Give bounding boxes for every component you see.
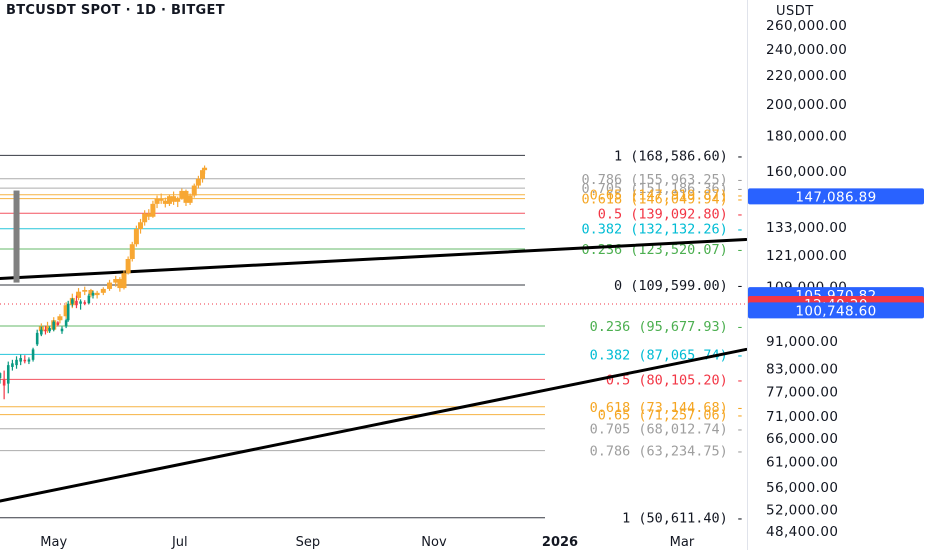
orange-candle-body bbox=[57, 316, 63, 321]
orange-candle-body bbox=[121, 273, 127, 289]
fib-level-label: 0.786 (63,234.75) - bbox=[590, 444, 744, 460]
y-tick-label: 71,000.00 bbox=[766, 409, 838, 425]
x-tick-label: Jul bbox=[171, 535, 188, 550]
x-tick-label: Sep bbox=[296, 535, 321, 550]
candle-body bbox=[64, 320, 68, 327]
candle-body bbox=[11, 363, 14, 367]
y-tick-label: 56,000.00 bbox=[766, 480, 838, 496]
x-tick-label: 2026 bbox=[542, 535, 578, 550]
y-tick-label: 180,000.00 bbox=[766, 129, 847, 145]
orange-candle-body bbox=[187, 195, 193, 203]
y-tick-label: 52,000.00 bbox=[766, 503, 838, 519]
time-axis[interactable]: May Jul Sep Nov 2026 Mar bbox=[40, 535, 695, 550]
fib-level-label: 0.382 (132,132.26) - bbox=[581, 222, 744, 238]
x-tick-label: Nov bbox=[421, 535, 447, 550]
candle-body bbox=[87, 295, 91, 304]
candle-body bbox=[79, 301, 82, 304]
trendline[interactable] bbox=[0, 237, 748, 281]
y-tick-label: 240,000.00 bbox=[766, 42, 847, 58]
y-tick-label: 260,000.00 bbox=[766, 18, 847, 34]
candle-body bbox=[52, 321, 56, 330]
x-tick-label: Mar bbox=[670, 535, 695, 550]
currency-label: USDT bbox=[776, 4, 814, 19]
axis-separator bbox=[747, 0, 748, 550]
candle-body bbox=[66, 303, 70, 321]
y-tick-label: 77,000.00 bbox=[766, 384, 838, 400]
candle-body bbox=[0, 373, 2, 378]
y-tick-label: 160,000.00 bbox=[766, 164, 847, 180]
candle-body bbox=[31, 349, 35, 360]
y-tick-label: 83,000.00 bbox=[766, 362, 838, 378]
orange-candle-body bbox=[138, 222, 144, 230]
price-badge-label: 100,748.60 bbox=[795, 303, 876, 319]
orange-candle-body bbox=[150, 203, 156, 217]
orange-candle-body bbox=[82, 290, 88, 292]
y-tick-label: 48,400.00 bbox=[766, 524, 838, 540]
fib-level-label: 0.705 (68,012.74) - bbox=[590, 422, 744, 438]
candle-body bbox=[91, 292, 95, 296]
candle-body bbox=[44, 329, 47, 332]
fib-level-label: 0 (109,599.00) - bbox=[614, 278, 744, 294]
y-tick-label: 121,000.00 bbox=[766, 248, 847, 264]
orange-candle-body bbox=[158, 198, 164, 201]
orange-candle-body bbox=[195, 178, 201, 186]
y-tick-label: 66,000.00 bbox=[766, 431, 838, 447]
orange-candle-body bbox=[100, 288, 106, 293]
candle-body bbox=[27, 359, 31, 362]
fib-level-label: 0.236 (95,677.93) - bbox=[590, 319, 744, 335]
fib-level-label: 1 (50,611.40) - bbox=[622, 511, 744, 527]
candle-body bbox=[71, 299, 74, 304]
candle-body bbox=[56, 322, 60, 325]
y-tick-label: 133,000.00 bbox=[766, 220, 847, 236]
fib-level-label: 0.5 (139,092.80) - bbox=[598, 206, 744, 222]
orange-candle-body bbox=[202, 167, 208, 171]
candle-body bbox=[40, 329, 43, 335]
orange-candle-body bbox=[191, 185, 197, 196]
fib-level-label: 1 (168,586.60) - bbox=[614, 148, 744, 164]
fib-level-label: 0.618 (146,049.94) - bbox=[581, 192, 744, 208]
candle-body bbox=[48, 328, 51, 332]
x-tick-label: May bbox=[40, 535, 67, 550]
candles bbox=[0, 165, 208, 400]
candle-body bbox=[60, 328, 64, 332]
candle-body bbox=[23, 359, 27, 362]
chart-title: BTCUSDT SPOT · 1D · BITGET bbox=[6, 3, 225, 18]
y-tick-label: 61,000.00 bbox=[766, 454, 838, 470]
orange-candle-body bbox=[129, 244, 135, 259]
orange-candle-body bbox=[94, 292, 100, 296]
candle-body bbox=[6, 365, 10, 384]
candle-body bbox=[83, 302, 87, 304]
range-bar bbox=[13, 190, 20, 283]
fibonacci-levels: 1 (168,586.60) -0.786 (155,963.25) -0.70… bbox=[0, 148, 746, 527]
price-badge-label: 147,086.89 bbox=[795, 189, 876, 205]
y-tick-label: 91,000.00 bbox=[766, 334, 838, 350]
candle-body bbox=[15, 359, 18, 366]
y-tick-label: 220,000.00 bbox=[766, 68, 847, 84]
candle-body bbox=[75, 300, 78, 306]
y-tick-label: 200,000.00 bbox=[766, 97, 847, 113]
price-chart[interactable]: 1 (168,586.60) -0.786 (155,963.25) -0.70… bbox=[0, 0, 932, 550]
candle-body bbox=[19, 358, 22, 362]
candle-body bbox=[35, 332, 39, 345]
orange-candle-body bbox=[175, 198, 181, 202]
orange-candle-body bbox=[125, 258, 131, 274]
orange-candle-body bbox=[107, 282, 113, 289]
orange-candle-body bbox=[133, 229, 139, 245]
candle-body bbox=[2, 379, 6, 386]
price-axis[interactable]: 260,000.00 240,000.00 220,000.00 200,000.00… bbox=[766, 18, 847, 540]
